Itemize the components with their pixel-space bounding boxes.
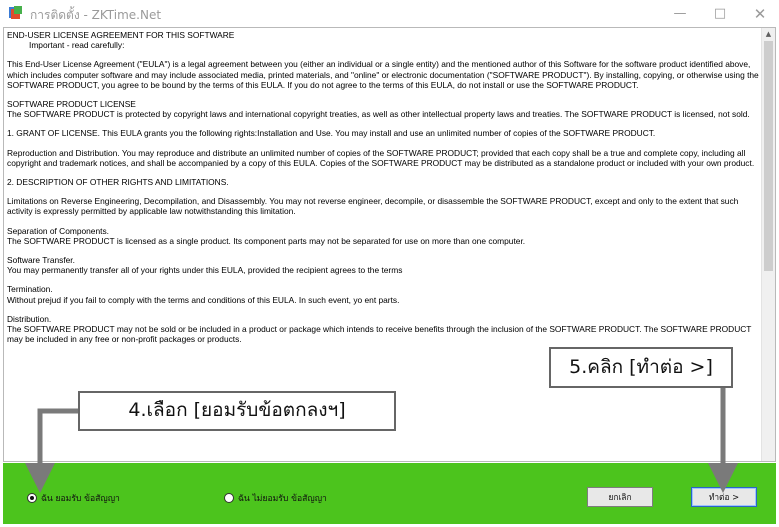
step4-annotation: 4.เลือก [ยอมรับข้อตกลงฯ] [78,391,396,431]
eula-paragraph: Distribution. The SOFTWARE PRODUCT may n… [7,313,752,345]
maximize-button[interactable]: □ [700,2,740,26]
eula-paragraph: 2. DESCRIPTION OF OTHER RIGHTS AND LIMIT… [7,177,229,188]
eula-paragraph: Separation of Components. The SOFTWARE P… [7,225,526,246]
eula-paragraph: SOFTWARE PRODUCT LICENSE The SOFTWARE PR… [7,99,750,120]
accept-radio-option[interactable]: ฉัน ยอมรับ ข้อสัญญา [27,491,120,505]
installer-app-icon [9,6,22,19]
accept-radio-button[interactable] [27,493,37,503]
eula-paragraph: 1. GRANT OF LICENSE. This EULA grants yo… [7,128,656,139]
eula-paragraph: Termination. Without prejud if you fail … [7,284,400,305]
eula-subtitle: Important - read carefully: [29,40,125,51]
window-title: การติดตั้ง - ZKTime.Net [30,8,162,22]
accept-radio-label[interactable]: ฉัน ยอมรับ ข้อสัญญา [41,491,120,505]
next-button[interactable]: ทำต่อ > [691,487,757,507]
scroll-thumb[interactable] [764,41,773,271]
eula-paragraph: Software Transfer. You may permanently t… [7,255,403,276]
eula-paragraph: This End-User License Agreement ("EULA")… [7,59,759,90]
eula-paragraph: Limitations on Reverse Engineering, Deco… [7,196,739,217]
vertical-scrollbar[interactable]: ▲ [761,28,775,461]
minimize-button[interactable]: — [660,2,700,26]
title-bar: การติดตั้ง - ZKTime.Net — □ ✕ [0,0,779,28]
decline-radio-label[interactable]: ฉัน ไม่ยอมรับ ข้อสัญญา [238,491,327,505]
decline-radio-option[interactable]: ฉัน ไม่ยอมรับ ข้อสัญญา [224,491,327,505]
step5-annotation: 5.คลิก [ทำต่อ >] [549,347,733,388]
eula-paragraph: Reproduction and Distribution. You may r… [7,147,755,168]
eula-heading-text: END-USER LICENSE AGREEMENT FOR THIS SOFT… [7,30,235,40]
scroll-up-arrow-icon[interactable]: ▲ [762,28,775,40]
eula-heading: END-USER LICENSE AGREEMENT FOR THIS SOFT… [7,30,763,50]
close-button[interactable]: ✕ [740,2,779,26]
eula-document: END-USER LICENSE AGREEMENT FOR THIS SOFT… [7,30,763,353]
bottom-action-bar: ฉัน ยอมรับ ข้อสัญญา ฉัน ไม่ยอมรับ ข้อสัญ… [3,463,776,524]
cancel-button[interactable]: ยกเลิก [587,487,653,507]
decline-radio-button[interactable] [224,493,234,503]
